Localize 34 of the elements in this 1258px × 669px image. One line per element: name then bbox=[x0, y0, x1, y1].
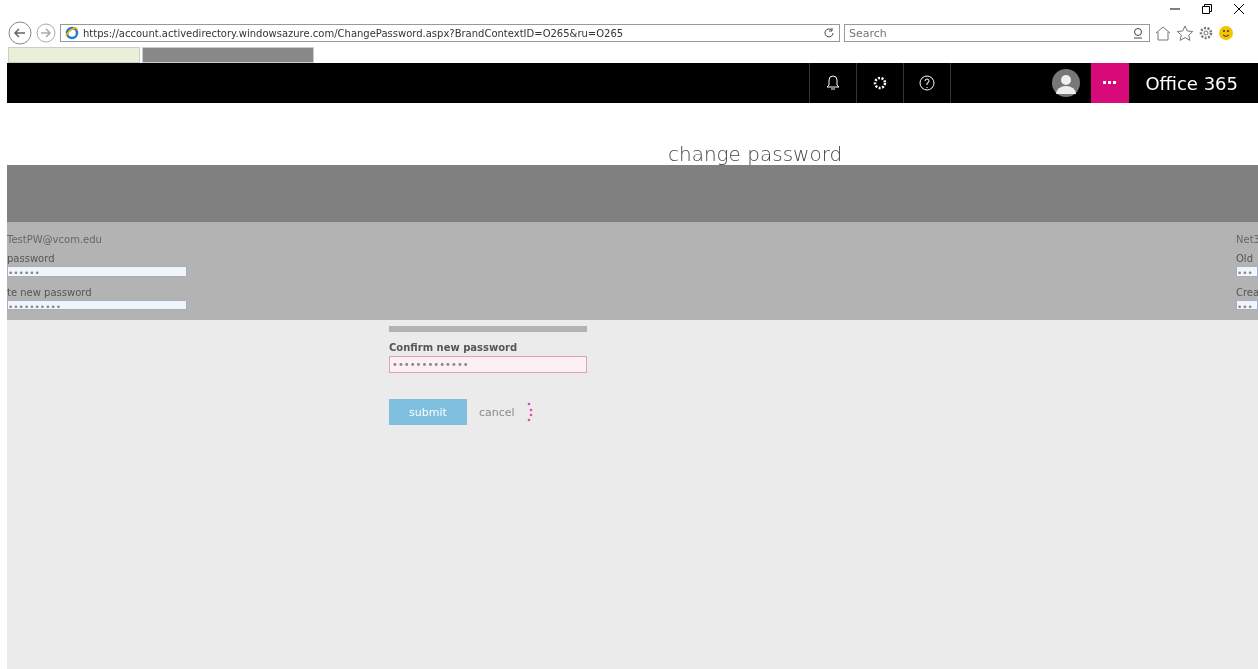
avatar-icon[interactable] bbox=[1051, 68, 1082, 98]
field-label: password bbox=[7, 253, 56, 264]
forward-icon[interactable] bbox=[36, 23, 56, 43]
submit-button[interactable]: submit bbox=[389, 399, 467, 425]
address-bar[interactable]: https://account.activedirectory.windowsazure.com/ChangePassword.aspx?BrandContextID=O265&ru=O265 bbox=[60, 24, 840, 42]
grid-icon bbox=[1103, 81, 1118, 85]
account-name: TestPW@vcom.edu bbox=[7, 234, 103, 245]
password-field[interactable]: •••••••••• bbox=[7, 299, 187, 310]
app-launcher-button[interactable] bbox=[1091, 63, 1130, 103]
smiley-icon[interactable] bbox=[1218, 25, 1234, 41]
cancel-link[interactable]: cancel bbox=[479, 405, 515, 419]
search-field[interactable]: Search bbox=[849, 26, 1131, 40]
bell-icon[interactable] bbox=[826, 75, 841, 91]
back-icon[interactable] bbox=[8, 21, 32, 45]
password-field[interactable]: •••••• bbox=[7, 266, 187, 277]
loading-icon bbox=[526, 402, 533, 422]
page-heading: change password bbox=[668, 143, 843, 165]
url-text: https://account.activedirectory.windowsazure.com/ChangePassword.aspx?BrandContextID=O265&ru=O265 bbox=[83, 27, 625, 39]
field-label: Confirm new password bbox=[389, 342, 519, 353]
close-icon[interactable] bbox=[1234, 4, 1244, 14]
restore-icon[interactable] bbox=[1202, 4, 1212, 14]
help-icon[interactable] bbox=[919, 75, 936, 91]
star-icon[interactable] bbox=[1176, 25, 1194, 41]
home-icon[interactable] bbox=[1154, 25, 1172, 41]
brand-name: Office 365 bbox=[1145, 72, 1238, 94]
password-field[interactable]: ••• bbox=[1236, 266, 1258, 277]
password-field[interactable]: ••• bbox=[1236, 299, 1258, 310]
field-label: Crea bbox=[1236, 286, 1258, 298]
search-box[interactable]: Search bbox=[844, 24, 1150, 42]
refresh-icon[interactable] bbox=[823, 27, 835, 39]
field-label: te new password bbox=[7, 286, 93, 298]
field-label: Old bbox=[1236, 253, 1254, 264]
password-field[interactable]: ••••••••••••• bbox=[389, 356, 587, 373]
browser-logo-icon bbox=[65, 26, 79, 40]
